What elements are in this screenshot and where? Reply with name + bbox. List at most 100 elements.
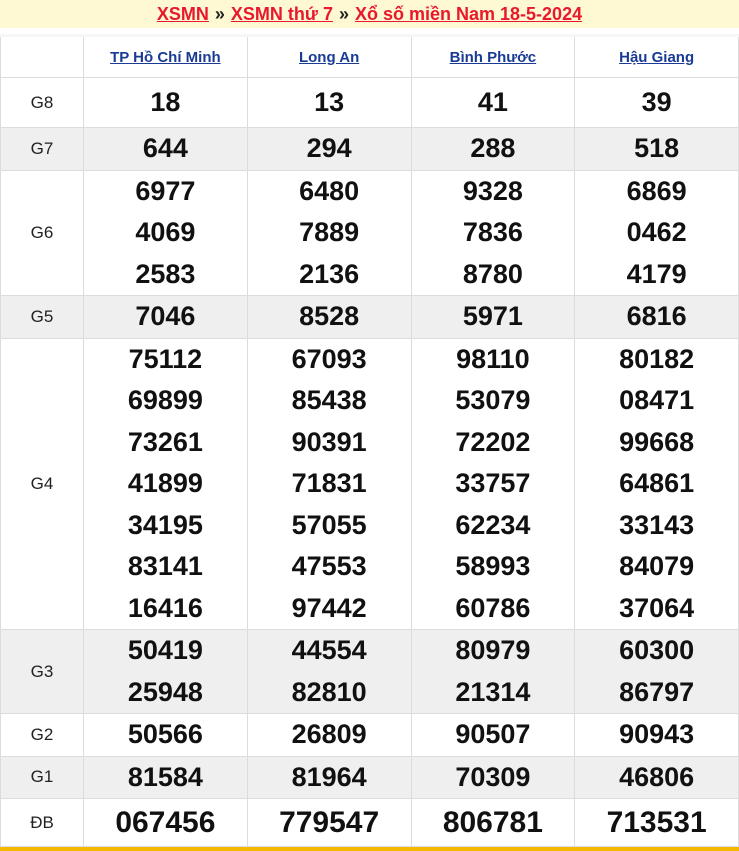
prize-cell: 806781 xyxy=(410,798,576,847)
prize-number: 7836 xyxy=(462,217,523,247)
results-table: TP Hồ Chí Minh Long An Bình Phước Hậu Gi… xyxy=(0,34,739,847)
prize-number: 806781 xyxy=(442,805,543,839)
breadcrumb-link-xsmn[interactable]: XSMN xyxy=(157,4,209,25)
prize-label: G2 xyxy=(0,713,84,757)
prize-number: 33757 xyxy=(455,468,531,498)
prize-row-g7: G7 644 294 288 518 xyxy=(0,127,739,171)
prize-cell: 518 xyxy=(574,127,739,171)
prize-number: 6977 xyxy=(135,175,196,206)
prize-cell: 713531 xyxy=(574,798,739,847)
prize-number: 46806 xyxy=(619,761,695,792)
prize-number: 53079 xyxy=(455,385,531,415)
prize-cell: 6480 7889 2136 xyxy=(246,169,412,296)
prize-label: G5 xyxy=(0,295,84,339)
prize-cell: 50419 25948 xyxy=(83,629,248,714)
prize-cell: 779547 xyxy=(246,798,412,847)
prize-number: 69899 xyxy=(127,385,203,415)
prize-number: 13 xyxy=(314,86,345,117)
prize-cell: 98110 53079 72202 33757 62234 58993 60786 xyxy=(410,337,576,630)
prize-number: 8780 xyxy=(462,258,523,289)
prize-number: 90391 xyxy=(291,426,367,457)
prize-number: 41899 xyxy=(127,468,203,498)
prize-number: 37064 xyxy=(619,592,695,623)
breadcrumb-separator: » xyxy=(338,3,349,24)
prize-number: 41 xyxy=(477,86,508,117)
prize-number: 50566 xyxy=(127,719,203,749)
prize-cell: 644 xyxy=(83,127,248,171)
prize-cell: 39 xyxy=(574,77,739,128)
prize-number: 67093 xyxy=(291,343,367,374)
prize-number: 60300 xyxy=(619,635,695,665)
prize-cell: 50566 xyxy=(83,713,248,757)
prize-number: 98110 xyxy=(456,343,530,374)
prize-label: G3 xyxy=(0,629,84,714)
prize-number: 86797 xyxy=(619,676,695,707)
prize-number: 80182 xyxy=(619,343,695,374)
prize-cell: 13 xyxy=(246,77,412,128)
prize-cell: 5971 xyxy=(410,295,576,339)
prize-label: ĐB xyxy=(0,798,84,847)
prize-number: 2583 xyxy=(135,258,196,289)
province-link-long-an[interactable]: Long An xyxy=(246,35,412,78)
prize-number: 6816 xyxy=(626,301,687,331)
prize-number: 067456 xyxy=(115,805,216,839)
prize-row-g4: G4 75112 69899 73261 41899 34195 83141 16416 670… xyxy=(0,337,739,630)
prize-cell: 81584 xyxy=(83,755,248,799)
prize-label: G8 xyxy=(0,77,84,128)
prize-number: 71831 xyxy=(291,468,367,498)
prize-number: 16416 xyxy=(127,592,203,623)
breadcrumb-link-saturday[interactable]: XSMN thứ 7 xyxy=(231,4,333,25)
prize-cell: 7046 xyxy=(83,295,248,339)
breadcrumb-link-current[interactable]: Xổ số miền Nam 18-5-2024 xyxy=(355,4,582,25)
prize-number: 62234 xyxy=(455,509,531,540)
prize-number: 50419 xyxy=(127,635,203,665)
province-link-binh-phuoc[interactable]: Bình Phước xyxy=(410,35,576,78)
prize-number: 7889 xyxy=(299,217,360,247)
prize-number: 90507 xyxy=(455,719,531,749)
province-link-tp-ho-chi-minh[interactable]: TP Hồ Chí Minh xyxy=(83,35,248,78)
header-blank-cell xyxy=(0,35,84,78)
prize-row-g2: G2 50566 26809 90507 90943 xyxy=(0,713,739,757)
prize-number: 5971 xyxy=(462,301,523,331)
prize-cell: 9328 7836 8780 xyxy=(410,169,576,296)
prize-cell: 44554 82810 xyxy=(246,629,412,714)
prize-number: 2136 xyxy=(299,258,360,289)
prize-label: G1 xyxy=(0,755,84,799)
prize-number: 73261 xyxy=(127,426,203,457)
prize-number: 294 xyxy=(306,133,352,163)
prize-number: 6869 xyxy=(626,175,687,206)
prize-rows: G8 18 13 41 39 G7 644 294 288 518 G6 6977 4069 2583 64… xyxy=(0,77,739,847)
prize-row-g3: G3 50419 25948 44554 82810 80979 21314 60300 867… xyxy=(0,629,739,714)
prize-number: 644 xyxy=(142,133,188,163)
prize-number: 34195 xyxy=(127,509,203,540)
prize-number: 99668 xyxy=(619,426,695,457)
prize-number: 4179 xyxy=(626,258,687,289)
prize-cell: 8528 xyxy=(246,295,412,339)
prize-number: 47553 xyxy=(291,551,367,581)
prize-number: 85438 xyxy=(291,385,367,415)
prize-number: 18 xyxy=(150,86,181,117)
prize-cell: 067456 xyxy=(83,798,248,847)
prize-number: 6480 xyxy=(299,175,360,206)
prize-number: 64861 xyxy=(619,468,695,498)
prize-number: 72202 xyxy=(455,426,531,457)
prize-number: 90943 xyxy=(619,719,695,749)
prize-number: 57055 xyxy=(291,509,367,540)
prize-number: 81964 xyxy=(291,761,367,792)
prize-number: 80979 xyxy=(455,635,531,665)
prize-number: 33143 xyxy=(619,509,695,540)
prize-number: 713531 xyxy=(606,805,707,839)
prize-number: 7046 xyxy=(135,301,196,331)
prize-number: 0462 xyxy=(626,217,687,247)
prize-number: 70309 xyxy=(455,761,531,792)
prize-number: 779547 xyxy=(279,805,380,839)
province-link-hau-giang[interactable]: Hậu Giang xyxy=(574,35,739,78)
prize-cell: 67093 85438 90391 71831 57055 47553 97442 xyxy=(246,337,412,630)
prize-row-đb: ĐB 067456 779547 806781 713531 xyxy=(0,798,739,847)
prize-row-g8: G8 18 13 41 39 xyxy=(0,77,739,128)
prize-number: 08471 xyxy=(619,385,695,415)
breadcrumb: XSMN » XSMN thứ 7 » Xổ số miền Nam 18-5-… xyxy=(0,0,739,34)
prize-number: 75112 xyxy=(128,343,203,374)
prize-cell: 6816 xyxy=(574,295,739,339)
prize-label: G7 xyxy=(0,127,84,171)
